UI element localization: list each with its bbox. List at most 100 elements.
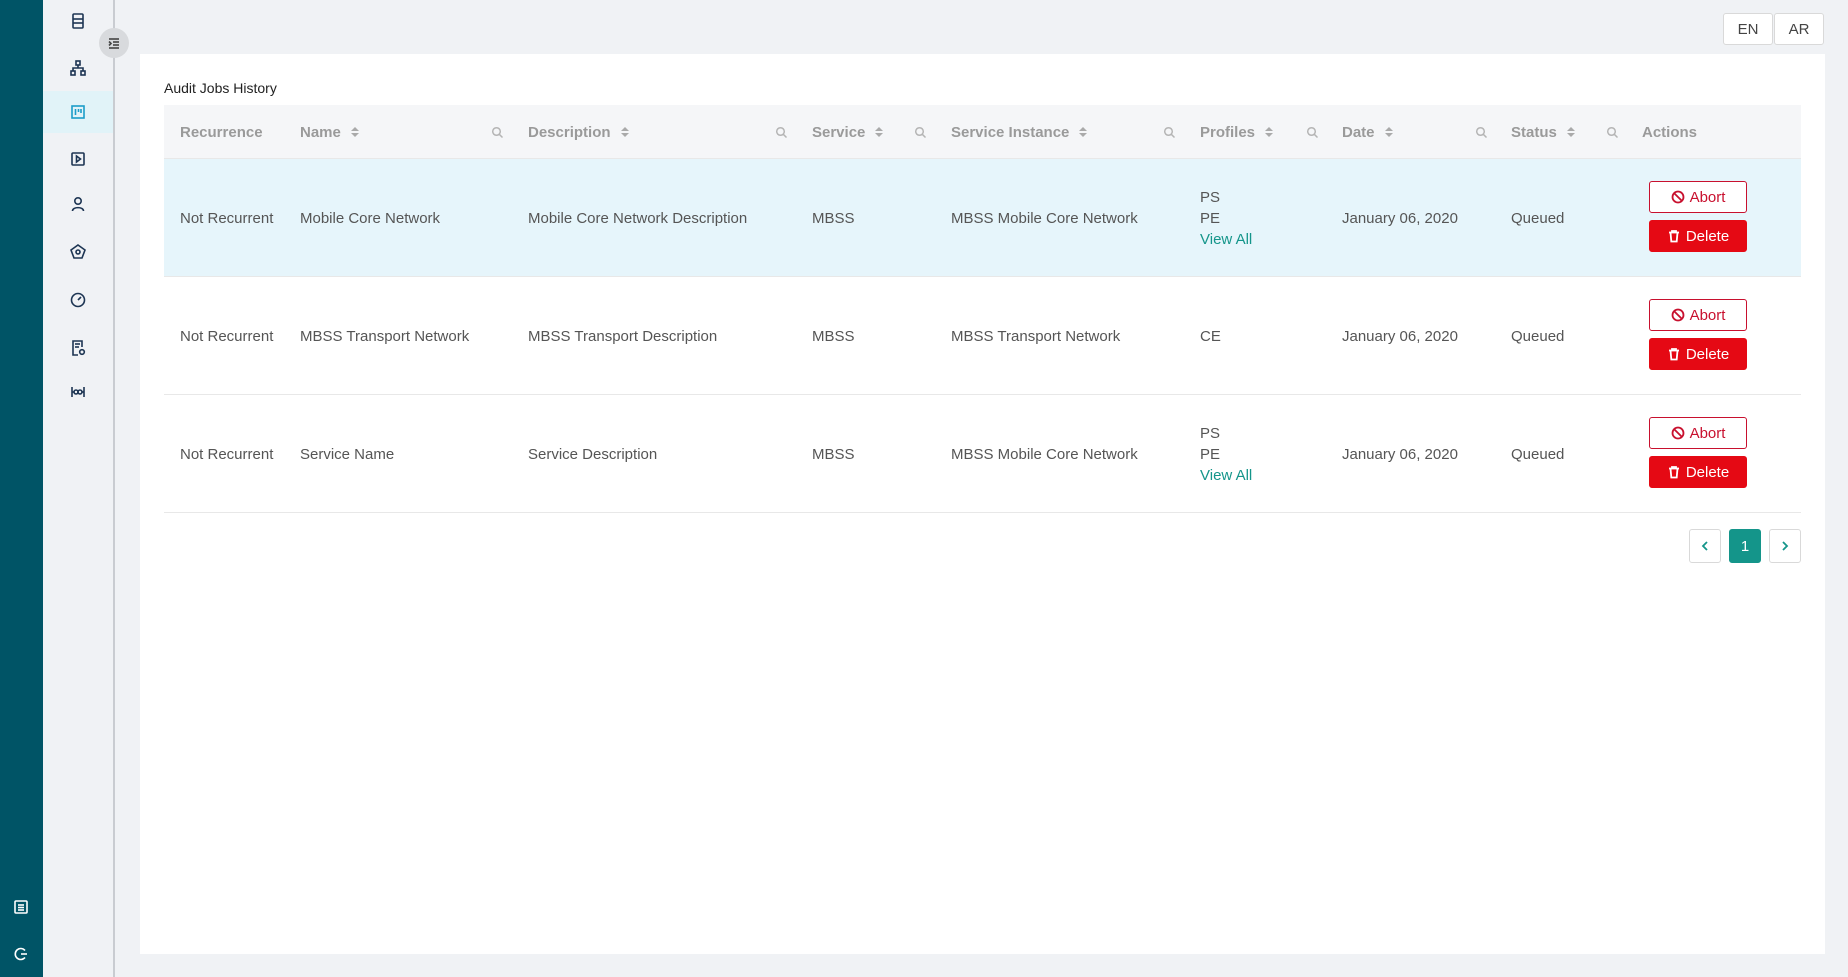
profile-tag: PE	[1200, 209, 1221, 227]
column-header-status[interactable]: Status	[1511, 105, 1575, 159]
column-header-service[interactable]: Service	[812, 105, 884, 159]
recurrence-cell: Not Recurrent	[180, 445, 274, 463]
lang-en-button[interactable]: EN	[1723, 13, 1773, 45]
recurrence-cell: Not Recurrent	[180, 327, 274, 345]
date-cell: January 06, 2020	[1342, 445, 1458, 463]
abort-button[interactable]: Abort	[1649, 181, 1747, 213]
profile-tag: PS	[1200, 424, 1221, 442]
table-row[interactable]: Not Recurrent MBSS Transport Network MBS…	[164, 277, 1801, 395]
indent-icon	[108, 38, 119, 49]
prev-page-button[interactable]	[1689, 529, 1721, 563]
sort-icon[interactable]	[620, 127, 629, 137]
tools-icon	[71, 387, 85, 397]
collapse-sidebar-button[interactable]	[99, 28, 129, 58]
delete-button[interactable]: Delete	[1649, 338, 1747, 370]
sort-icon[interactable]	[1566, 127, 1575, 137]
view-all-link[interactable]: View All	[1200, 467, 1252, 484]
search-icon[interactable]	[491, 126, 504, 139]
column-header-recurrence: Recurrence	[180, 123, 263, 141]
search-icon[interactable]	[914, 126, 927, 139]
profiles-cell: PS PE View All	[1200, 159, 1252, 277]
profile-tag: PE	[1200, 445, 1221, 463]
profiles-cell: PS PE View All	[1200, 395, 1252, 513]
logout-icon[interactable]	[11, 944, 31, 964]
name-cell: MBSS Transport Network	[300, 327, 470, 345]
sort-icon[interactable]	[875, 127, 884, 137]
network-icon	[70, 244, 86, 259]
ban-icon	[1671, 190, 1684, 204]
user-icon	[71, 196, 85, 212]
sidebar-item-audit[interactable]	[43, 91, 113, 133]
pagination: 1	[1689, 529, 1801, 563]
sidebar-item-users[interactable]	[43, 183, 113, 225]
search-icon[interactable]	[1306, 126, 1319, 139]
hierarchy-icon	[70, 60, 86, 76]
view-all-link[interactable]: View All	[1200, 231, 1252, 248]
status-cell: Queued	[1511, 209, 1565, 227]
sort-icon[interactable]	[350, 127, 359, 137]
search-icon[interactable]	[1606, 126, 1619, 139]
row-actions: Abort Delete	[1649, 181, 1747, 252]
chevron-left-icon	[1701, 541, 1708, 551]
service-instance-cell: MBSS Mobile Core Network	[951, 445, 1138, 463]
trash-icon	[1668, 230, 1679, 243]
recurrence-cell: Not Recurrent	[180, 209, 274, 227]
service-cell: MBSS	[812, 445, 855, 463]
ban-icon	[1671, 308, 1684, 322]
sidebar-item-run[interactable]	[43, 138, 113, 180]
sidebar-item-dashboard[interactable]	[43, 279, 113, 321]
date-cell: January 06, 2020	[1342, 327, 1458, 345]
search-icon[interactable]	[1475, 126, 1488, 139]
column-header-service-instance[interactable]: Service Instance	[951, 105, 1088, 159]
sort-icon[interactable]	[1384, 127, 1393, 137]
lang-ar-button[interactable]: AR	[1774, 13, 1824, 45]
date-cell: January 06, 2020	[1342, 209, 1458, 227]
service-cell: MBSS	[812, 327, 855, 345]
abort-button[interactable]: Abort	[1649, 417, 1747, 449]
sort-icon[interactable]	[1079, 127, 1088, 137]
delete-button[interactable]: Delete	[1649, 456, 1747, 488]
profile-tag: PS	[1200, 188, 1221, 206]
status-cell: Queued	[1511, 327, 1565, 345]
next-page-button[interactable]	[1769, 529, 1801, 563]
service-instance-cell: MBSS Transport Network	[951, 327, 1121, 345]
description-cell: Mobile Core Network Description	[528, 209, 748, 227]
column-header-name[interactable]: Name	[300, 105, 359, 159]
sidebar-item-network[interactable]	[43, 231, 113, 273]
sidebar-item-reports[interactable]	[43, 327, 113, 369]
audit-jobs-table: Recurrence Name Description Service Serv…	[164, 105, 1801, 513]
trash-icon	[1668, 348, 1679, 361]
column-header-actions: Actions	[1642, 123, 1698, 141]
main-card: Audit Jobs History Recurrence Name Descr…	[140, 54, 1825, 954]
table-row[interactable]: Not Recurrent Mobile Core Network Mobile…	[164, 159, 1801, 277]
search-icon[interactable]	[775, 126, 788, 139]
gauge-icon	[70, 292, 86, 308]
status-cell: Queued	[1511, 445, 1565, 463]
name-cell: Mobile Core Network	[300, 209, 441, 227]
name-cell: Service Name	[300, 445, 395, 463]
abort-button[interactable]: Abort	[1649, 299, 1747, 331]
sort-icon[interactable]	[1265, 127, 1274, 137]
database-icon	[72, 13, 84, 29]
service-instance-cell: MBSS Mobile Core Network	[951, 209, 1138, 227]
description-cell: MBSS Transport Description	[528, 327, 718, 345]
profile-tag: CE	[1200, 327, 1221, 345]
page-title: Audit Jobs History	[164, 80, 277, 96]
page-number-button[interactable]: 1	[1729, 529, 1761, 563]
column-header-profiles[interactable]: Profiles	[1200, 105, 1274, 159]
delete-button[interactable]: Delete	[1649, 220, 1747, 252]
column-header-description[interactable]: Description	[528, 105, 629, 159]
sidebar-item-tools[interactable]	[43, 371, 113, 413]
row-actions: Abort Delete	[1649, 299, 1747, 370]
profiles-cell: CE	[1200, 277, 1221, 395]
sidebar	[43, 0, 115, 977]
ban-icon	[1671, 426, 1684, 440]
search-icon[interactable]	[1163, 126, 1176, 139]
row-actions: Abort Delete	[1649, 417, 1747, 488]
list-icon[interactable]	[11, 897, 31, 917]
column-header-date[interactable]: Date	[1342, 105, 1393, 159]
chevron-right-icon	[1782, 541, 1789, 551]
board-icon	[71, 105, 85, 119]
table-row[interactable]: Not Recurrent Service Name Service Descr…	[164, 395, 1801, 513]
left-rail	[0, 0, 43, 977]
